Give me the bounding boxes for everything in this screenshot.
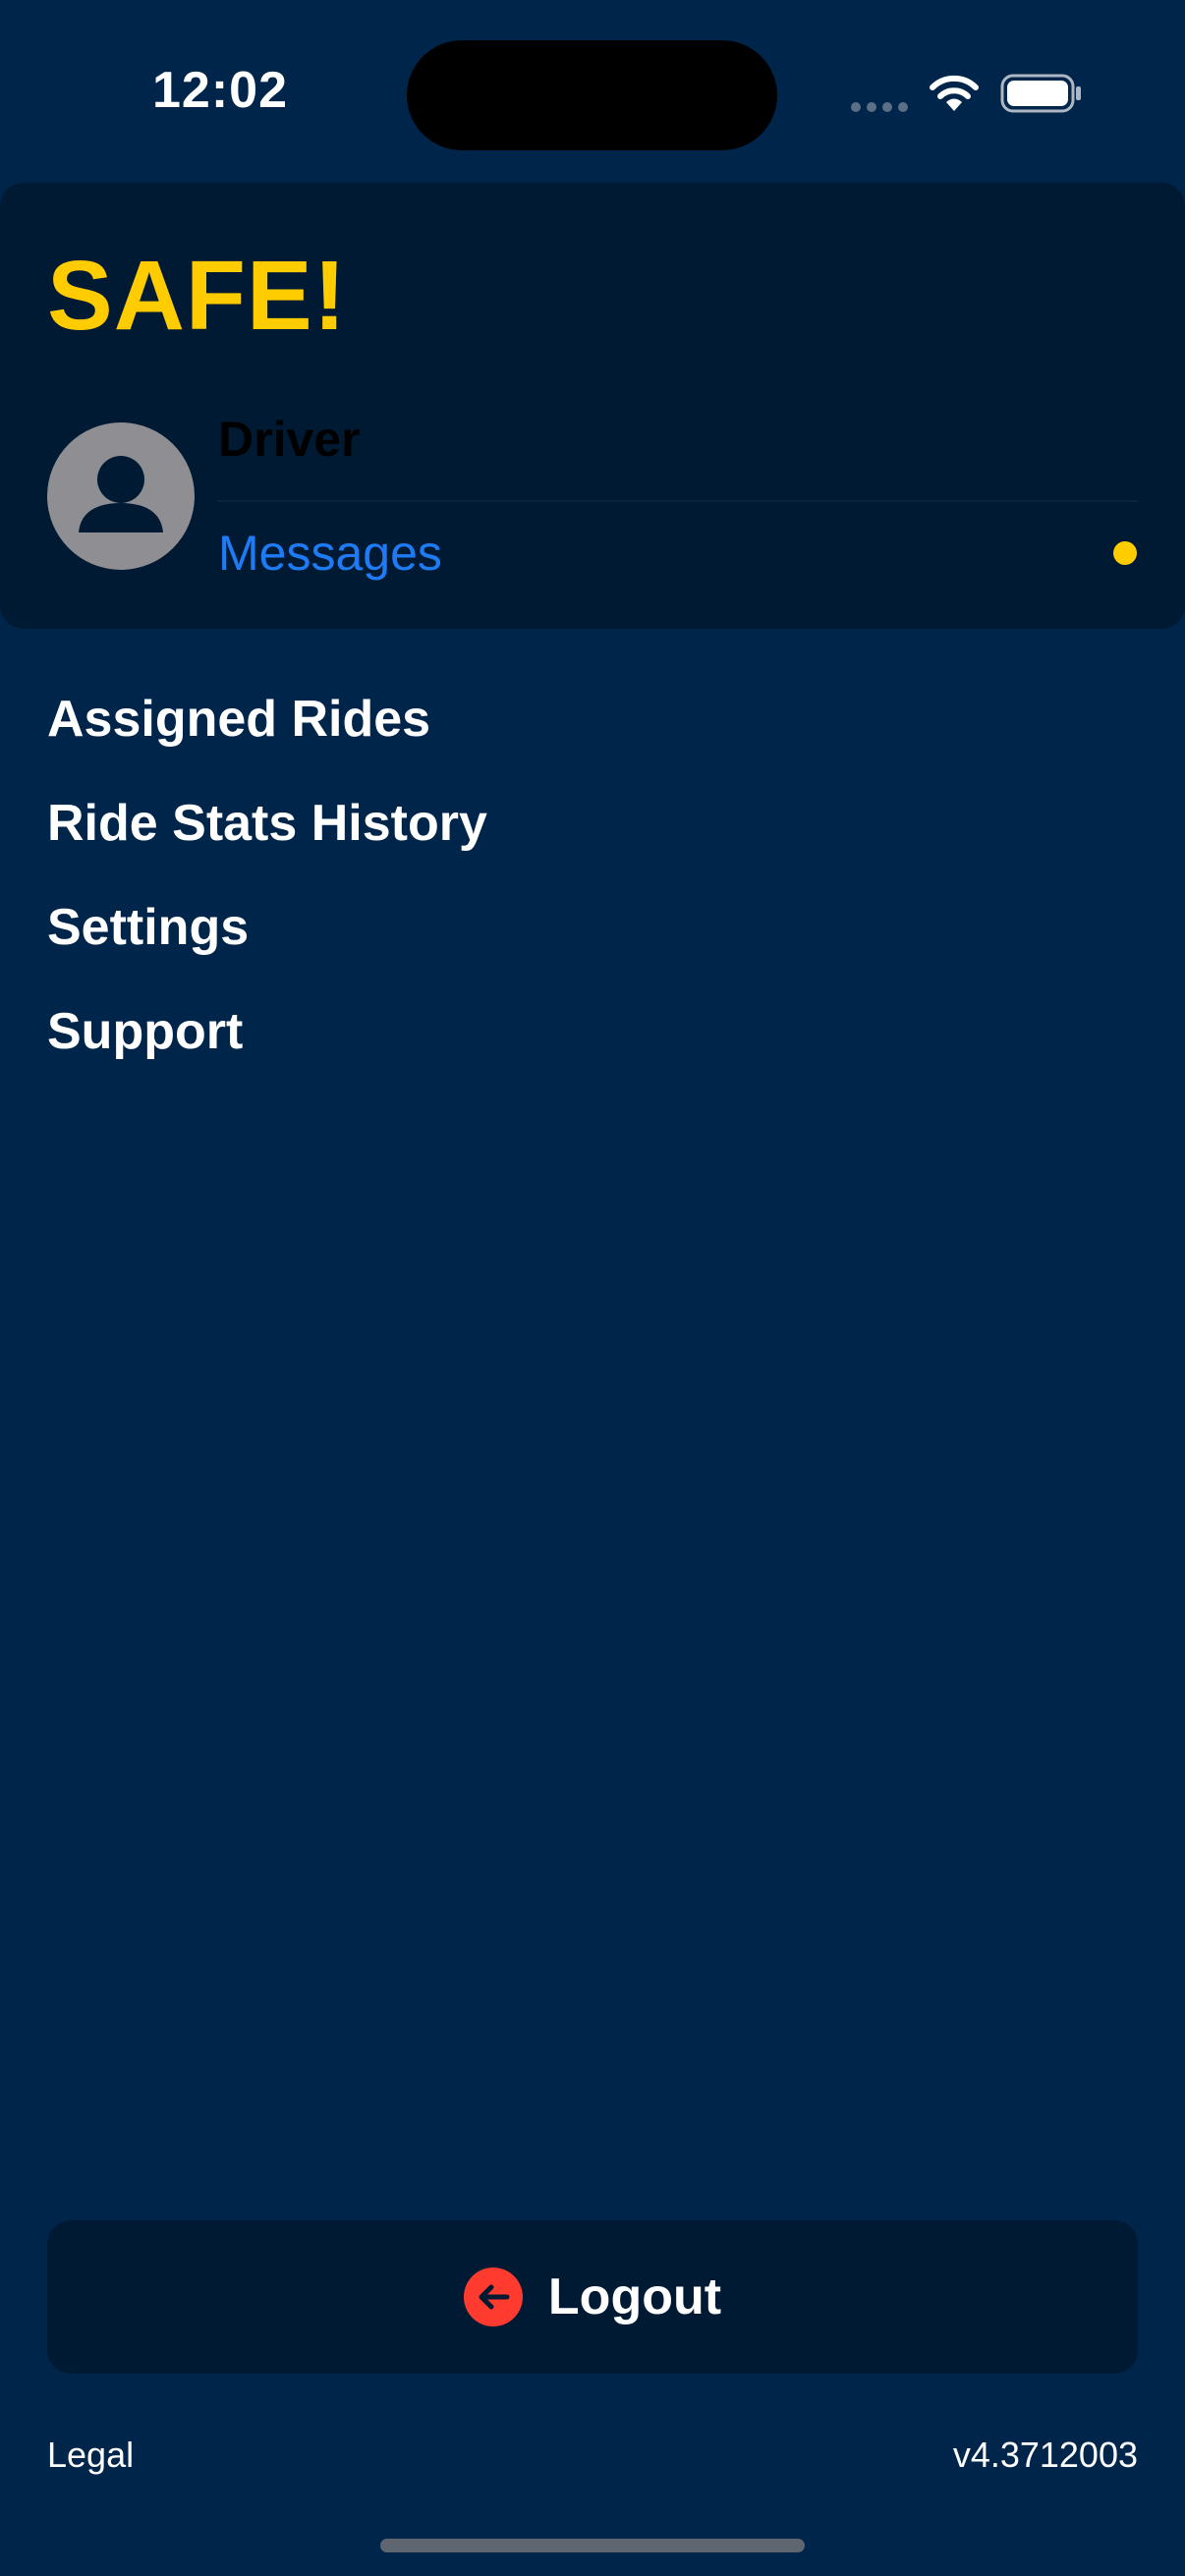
user-name: Driver [218, 412, 361, 467]
avatar[interactable] [47, 422, 195, 570]
logout-label: Logout [547, 2268, 722, 2325]
wifi-icon [930, 75, 979, 111]
logout-button[interactable]: Logout [47, 2220, 1138, 2374]
side-menu: Assigned Rides Ride Stats History Settin… [47, 678, 1138, 1094]
cellular-signal-icon [851, 102, 908, 112]
status-bar: 12:02 [0, 0, 1185, 187]
unread-indicator-dot [1113, 541, 1137, 565]
dynamic-island [407, 40, 777, 150]
app-version: v4.3712003 [952, 2435, 1138, 2475]
messages-link[interactable]: Messages [218, 525, 442, 582]
menu-item-ride-stats-history[interactable]: Ride Stats History [47, 782, 1138, 886]
arrow-left-circle-icon [463, 2268, 523, 2326]
home-indicator[interactable] [380, 2539, 805, 2552]
divider [218, 500, 1138, 502]
battery-icon [1000, 74, 1081, 113]
legal-link[interactable]: Legal [47, 2435, 134, 2476]
menu-item-support[interactable]: Support [47, 990, 1138, 1094]
person-icon [79, 456, 163, 532]
status-time: 12:02 [152, 62, 288, 119]
profile-header-card: SAFE! Driver Messages [0, 183, 1185, 629]
menu-item-settings[interactable]: Settings [47, 886, 1138, 990]
app-brand-title: SAFE! [47, 241, 347, 351]
menu-item-assigned-rides[interactable]: Assigned Rides [47, 678, 1138, 782]
